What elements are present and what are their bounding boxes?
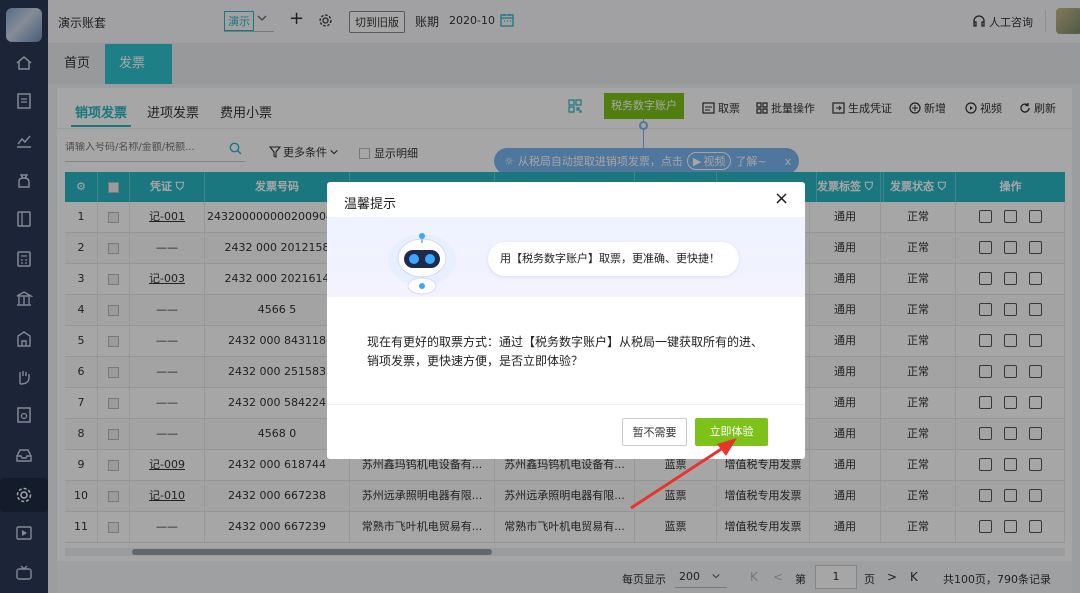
tip-dialog: 温馨提示 × 用【税务数字账户】取票，更准确、更快捷！ 现在有更好的取票方式：通… (327, 182, 805, 459)
close-icon[interactable]: × (774, 188, 789, 209)
dialog-body: 现在有更好的取票方式：通过【税务数字账户】从税局一键获取所有的进、销项发票，更快… (367, 335, 764, 368)
robot-illustration (382, 230, 462, 300)
dialog-bubble: 用【税务数字账户】取票，更准确、更快捷！ (488, 242, 739, 276)
annotation-arrow (630, 438, 737, 510)
dialog-title: 温馨提示 (344, 197, 397, 212)
divider (327, 404, 805, 405)
